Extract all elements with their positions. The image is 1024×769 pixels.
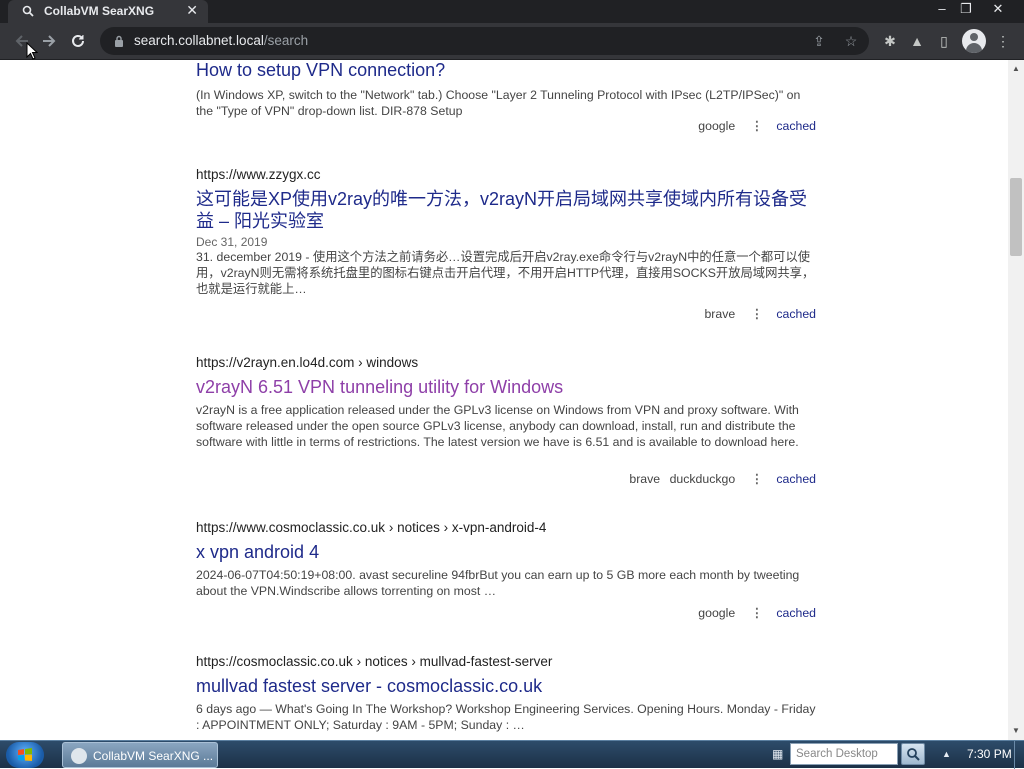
scroll-up-arrow-icon[interactable]: ▲ — [1008, 62, 1024, 76]
start-button[interactable] — [6, 742, 44, 768]
result-url-crumbs: › notices › mullvad-fastest-server — [356, 654, 553, 669]
engine-label: brave — [629, 472, 661, 486]
lock-icon — [115, 35, 123, 47]
more-options-icon[interactable]: ⋮ — [751, 606, 763, 620]
task-label: CollabVM SearXNG ... — [93, 749, 214, 763]
result-title-link[interactable]: How to setup VPN connection? — [196, 60, 816, 81]
profile-avatar-icon[interactable] — [962, 29, 986, 53]
taskbar-clock[interactable]: 7:30 PM — [967, 747, 1012, 761]
engine-label: duckduckgo — [669, 472, 736, 486]
result-url[interactable]: https://cosmoclassic.co.uk › notices › m… — [196, 654, 816, 669]
share-icon[interactable]: ⇪ — [810, 32, 828, 50]
result-snippet: 6 days ago — What's Going In The Worksho… — [196, 702, 816, 732]
more-options-icon[interactable]: ⋮ — [751, 307, 763, 321]
bookmark-star-icon[interactable]: ☆ — [842, 32, 860, 50]
mouse-cursor-icon — [26, 42, 38, 60]
windows-logo-icon — [18, 748, 32, 761]
scroll-thumb[interactable] — [1010, 178, 1022, 256]
taskbar-chrome-button[interactable]: CollabVM SearXNG ... — [62, 742, 218, 768]
result-url-host: https://v2rayn.en.lo4d.com — [196, 355, 355, 370]
cached-link[interactable]: cached — [776, 119, 816, 133]
tab-strip: CollabVM SearXNG ✕ ‒ ❐ ✕ — [0, 0, 1024, 23]
forward-button[interactable] — [37, 29, 61, 53]
tab-title: CollabVM SearXNG — [44, 4, 155, 18]
cached-link[interactable]: cached — [776, 307, 816, 321]
result-engines: brave duckduckgo ⋮ cached — [623, 472, 816, 486]
result-title-link[interactable]: x vpn android 4 — [196, 541, 816, 563]
result-date: Dec 31, 2019 — [196, 235, 268, 249]
magnifier-icon — [907, 748, 920, 761]
url-path: /search — [263, 33, 309, 48]
reload-icon — [72, 34, 84, 47]
result-engines: google ⋮ cached — [692, 606, 816, 620]
engine-label: brave — [704, 307, 736, 321]
result-item: https://cosmoclassic.co.uk › notices › m… — [196, 654, 816, 733]
result-item: https://v2rayn.en.lo4d.com › windows v2r… — [196, 355, 816, 486]
result-engines: brave ⋮ cached — [698, 307, 816, 321]
page-scrollbar[interactable]: ▲ ▼ — [1008, 60, 1024, 740]
result-snippet: (In Windows XP, switch to the "Network" … — [196, 88, 801, 118]
result-title-link[interactable]: mullvad fastest server - cosmoclassic.co… — [196, 675, 816, 697]
arrow-right-icon — [43, 35, 56, 47]
tray-expand-icon[interactable]: ▲ — [942, 749, 951, 759]
result-title-link[interactable]: 这可能是XP使用v2ray的唯一方法，v2rayN开启局域网共享使域内所有设备受… — [196, 188, 816, 232]
restore-icon[interactable]: ❐ — [952, 0, 980, 18]
result-url-crumbs: › notices › x-vpn-android-4 — [388, 520, 547, 535]
url-host: search.collabnet.local — [134, 33, 264, 48]
search-results-page: How to setup VPN connection? (In Windows… — [0, 60, 1008, 740]
browser-toolbar: search.collabnet.local/search ⇪ ☆ ✱ ▲ ▯ … — [0, 23, 1024, 60]
side-panel-icon[interactable]: ▯ — [934, 31, 954, 51]
result-snippet: v2rayN is a free application released un… — [196, 403, 799, 449]
windows-taskbar: CollabVM SearXNG ... ▦ Search Desktop ▲ … — [0, 740, 1024, 769]
result-url-host: https://cosmoclassic.co.uk — [196, 654, 353, 669]
desktop-search-input[interactable]: Search Desktop — [790, 743, 898, 765]
result-item: https://www.zzygx.cc 这可能是XP使用v2ray的唯一方法，… — [196, 167, 816, 321]
result-snippet: 31. december 2019 - 使用这个方法之前请务必…设置完成后开启v… — [196, 250, 815, 296]
result-url[interactable]: https://v2rayn.en.lo4d.com › windows — [196, 355, 816, 370]
result-url-host: https://www.cosmoclassic.co.uk — [196, 520, 386, 535]
more-options-icon[interactable]: ⋮ — [751, 119, 763, 133]
more-options-icon[interactable]: ⋮ — [751, 472, 763, 486]
chrome-icon — [71, 748, 87, 764]
menu-kebab-icon[interactable]: ⋮ — [993, 31, 1013, 51]
result-title-link[interactable]: v2rayN 6.51 VPN tunneling utility for Wi… — [196, 376, 816, 398]
result-url[interactable]: https://www.zzygx.cc — [196, 167, 816, 182]
scroll-down-arrow-icon[interactable]: ▼ — [1008, 724, 1024, 738]
result-engines: google ⋮ cached — [692, 119, 816, 133]
address-bar[interactable]: search.collabnet.local/search ⇪ ☆ — [100, 27, 869, 55]
show-desktop-button[interactable] — [1014, 741, 1024, 769]
cached-link[interactable]: cached — [776, 472, 816, 486]
result-url[interactable]: https://www.cosmoclassic.co.uk › notices… — [196, 520, 816, 535]
extensions-puzzle-icon[interactable]: ✱ — [880, 31, 900, 51]
reload-button[interactable] — [66, 29, 90, 53]
url-text: search.collabnet.local/search — [134, 33, 308, 48]
desktop-search-button[interactable] — [901, 743, 925, 765]
engine-label: google — [698, 119, 736, 133]
window-close-icon[interactable]: ✕ — [984, 0, 1012, 18]
result-item: How to setup VPN connection? (In Windows… — [196, 60, 816, 133]
searxng-favicon-icon — [22, 5, 34, 17]
engine-label: google — [698, 606, 736, 620]
cached-link[interactable]: cached — [776, 606, 816, 620]
result-snippet: 2024-06-07T04:50:19+08:00. avast securel… — [196, 568, 800, 598]
labs-flask-icon[interactable]: ▲ — [907, 31, 927, 51]
browser-tab[interactable]: CollabVM SearXNG ✕ — [8, 0, 208, 23]
network-tray-icon[interactable]: ▦ — [772, 747, 783, 761]
result-item: https://www.cosmoclassic.co.uk › notices… — [196, 520, 816, 620]
tab-close-icon[interactable]: ✕ — [186, 2, 198, 19]
result-url-crumbs: › windows — [358, 355, 419, 370]
